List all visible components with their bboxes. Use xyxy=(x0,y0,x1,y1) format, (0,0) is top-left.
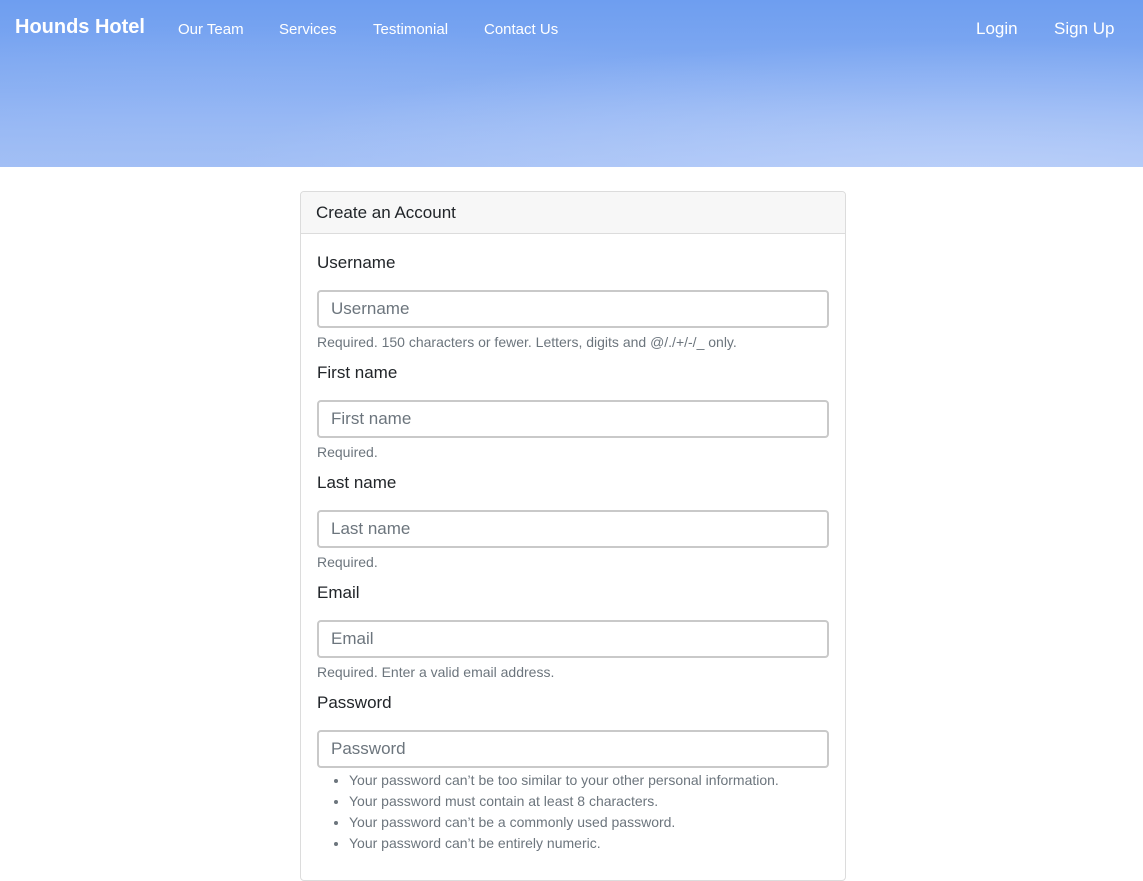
navbar: Hounds Hotel Our Team Services Testimoni… xyxy=(0,0,1143,58)
password-help-item: Your password can’t be a commonly used p… xyxy=(349,812,829,833)
email-label: Email xyxy=(317,583,360,602)
first-name-group: First name Required. xyxy=(317,362,829,462)
signup-card: Create an Account Username Required. 150… xyxy=(300,191,846,881)
email-input[interactable] xyxy=(317,620,829,658)
username-help: Required. 150 characters or fewer. Lette… xyxy=(317,334,737,350)
login-link[interactable]: Login xyxy=(976,19,1018,39)
last-name-group: Last name Required. xyxy=(317,472,829,572)
password-help-item: Your password can’t be entirely numeric. xyxy=(349,833,829,854)
last-name-help: Required. xyxy=(317,554,378,570)
brand-logo[interactable]: Hounds Hotel xyxy=(15,16,145,39)
nav-link-our-team[interactable]: Our Team xyxy=(178,21,244,38)
nav-link-contact-us[interactable]: Contact Us xyxy=(484,21,558,38)
password-group: Password Your password can’t be too simi… xyxy=(317,692,829,854)
username-input[interactable] xyxy=(317,290,829,328)
email-group: Email Required. Enter a valid email addr… xyxy=(317,582,829,682)
username-label: Username xyxy=(317,253,396,272)
first-name-label: First name xyxy=(317,363,398,382)
last-name-label: Last name xyxy=(317,473,397,492)
username-group: Username Required. 150 characters or few… xyxy=(317,252,829,352)
password-help-item: Your password must contain at least 8 ch… xyxy=(349,791,829,812)
password-help-list: Your password can’t be too similar to yo… xyxy=(317,770,829,854)
last-name-input[interactable] xyxy=(317,510,829,548)
email-help: Required. Enter a valid email address. xyxy=(317,664,555,680)
password-label: Password xyxy=(317,693,392,712)
nav-link-testimonial[interactable]: Testimonial xyxy=(373,21,448,38)
password-input[interactable] xyxy=(317,730,829,768)
nav-link-services[interactable]: Services xyxy=(279,21,337,38)
first-name-input[interactable] xyxy=(317,400,829,438)
signup-link[interactable]: Sign Up xyxy=(1054,19,1114,39)
password-help-item: Your password can’t be too similar to yo… xyxy=(349,770,829,791)
card-title: Create an Account xyxy=(301,192,845,234)
first-name-help: Required. xyxy=(317,444,378,460)
